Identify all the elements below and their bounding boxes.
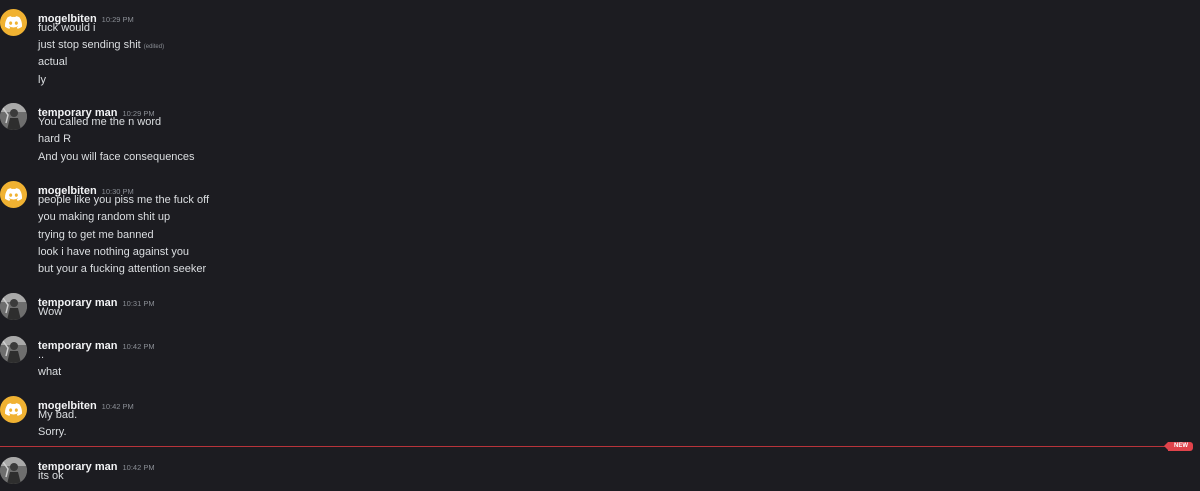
message-text: people like you piss me the fuck off xyxy=(38,194,210,206)
user-photo xyxy=(0,293,27,320)
message-text: ly xyxy=(38,74,46,86)
message-line-edited: just stop sending shit (edited) xyxy=(38,39,164,51)
message-text: just stop sending shit xyxy=(38,39,141,51)
avatar[interactable] xyxy=(0,457,27,484)
message-text: actual xyxy=(38,56,68,68)
timestamp: 10:42 PM xyxy=(122,463,155,472)
discord-logo-icon xyxy=(5,16,22,29)
discord-logo-icon xyxy=(5,188,22,201)
avatar[interactable] xyxy=(0,181,27,208)
message-text: fuck would i xyxy=(38,22,96,34)
message-text: you making random shit up xyxy=(38,211,171,223)
message-text: what xyxy=(38,366,62,378)
message-header: mogelbiten 10:29 PM xyxy=(38,9,134,25)
message-header: temporary man 10:31 PM xyxy=(38,293,155,309)
message-text: but your a fucking attention seeker xyxy=(38,263,207,275)
user-photo xyxy=(0,457,27,484)
avatar[interactable] xyxy=(0,293,27,320)
message-text: look i have nothing against you xyxy=(38,246,190,258)
avatar[interactable] xyxy=(0,103,27,130)
message-header: temporary man 10:29 PM xyxy=(38,103,155,119)
message-header: mogelbiten 10:30 PM xyxy=(38,181,134,197)
new-messages-divider xyxy=(0,446,1170,447)
message-text: .. xyxy=(38,349,45,361)
user-photo xyxy=(0,336,27,363)
message-text: Wow xyxy=(38,306,63,318)
avatar[interactable] xyxy=(0,396,27,423)
username[interactable]: temporary man xyxy=(38,340,117,352)
message-header: temporary man 10:42 PM xyxy=(38,336,155,352)
timestamp: 10:42 PM xyxy=(101,402,134,411)
message-text: My bad. xyxy=(38,409,78,421)
message-header: mogelbiten 10:42 PM xyxy=(38,396,134,412)
message-text: hard R xyxy=(38,133,72,145)
discord-logo-icon xyxy=(5,403,22,416)
user-photo xyxy=(0,103,27,130)
avatar[interactable] xyxy=(0,336,27,363)
timestamp: 10:29 PM xyxy=(101,15,134,24)
message-text: You called me the n word xyxy=(38,116,162,128)
message-text: its ok xyxy=(38,470,64,482)
timestamp: 10:31 PM xyxy=(122,299,155,308)
message-text: trying to get me banned xyxy=(38,229,154,241)
message-text: And you will face consequences xyxy=(38,151,195,163)
message-header: temporary man 10:42 PM xyxy=(38,457,155,473)
new-messages-badge: NEW xyxy=(1164,442,1193,451)
avatar[interactable] xyxy=(0,9,27,36)
timestamp: 10:42 PM xyxy=(122,342,155,351)
message-text: Sorry. xyxy=(38,426,67,438)
edited-label: (edited) xyxy=(143,44,165,50)
chat-message-list: mogelbiten 10:29 PM fuck would i just sto… xyxy=(0,0,1200,491)
